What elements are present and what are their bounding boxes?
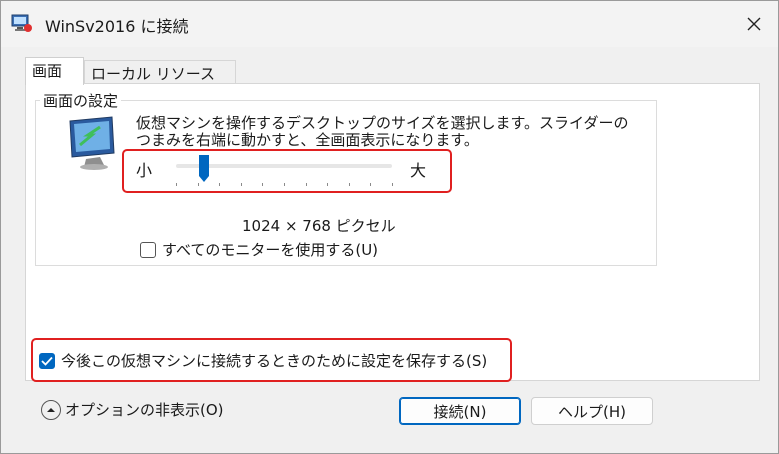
group-title: 画面の設定 (40, 90, 122, 111)
window-title: WinSv2016 に接続 (45, 17, 189, 36)
highlight-save-settings (31, 338, 512, 382)
highlight-slider (122, 149, 452, 193)
monitor-icon (69, 116, 115, 170)
dialog-footer: オプションの非表示(O) 接続(N) ヘルプ(H) (1, 393, 778, 433)
use-all-monitors-checkbox[interactable]: すべてのモニターを使用する(U) (140, 239, 378, 260)
close-button[interactable] (736, 7, 772, 41)
toggle-options-label: オプションの非表示(O) (65, 401, 224, 419)
close-icon (747, 17, 761, 31)
dialog-window: WinSv2016 に接続 画面 ローカル リソース 画面の設定 仮想マシンを操… (0, 0, 779, 454)
tab-panel-display: 画面の設定 仮想マシンを操作するデスクトップのサイズを選択します。スライダーのつ… (25, 83, 760, 381)
use-all-monitors-label: すべてのモニターを使用する(U) (162, 241, 379, 259)
tab-local-resources[interactable]: ローカル リソース (84, 60, 236, 84)
hyper-v-connect-icon (11, 14, 32, 32)
tab-display[interactable]: 画面 (25, 57, 84, 85)
toggle-options-button[interactable]: オプションの非表示(O) (41, 399, 224, 420)
title-bar: WinSv2016 に接続 (1, 1, 778, 47)
chevron-up-icon (41, 399, 61, 420)
help-button[interactable]: ヘルプ(H) (531, 397, 653, 425)
use-all-monitors-box[interactable] (140, 241, 156, 258)
display-description: 仮想マシンを操作するデスクトップのサイズを選択します。スライダーのつまみを右端に… (136, 114, 629, 149)
connect-button[interactable]: 接続(N) (399, 397, 521, 425)
resolution-text: 1024 × 768 ピクセル (242, 217, 396, 235)
